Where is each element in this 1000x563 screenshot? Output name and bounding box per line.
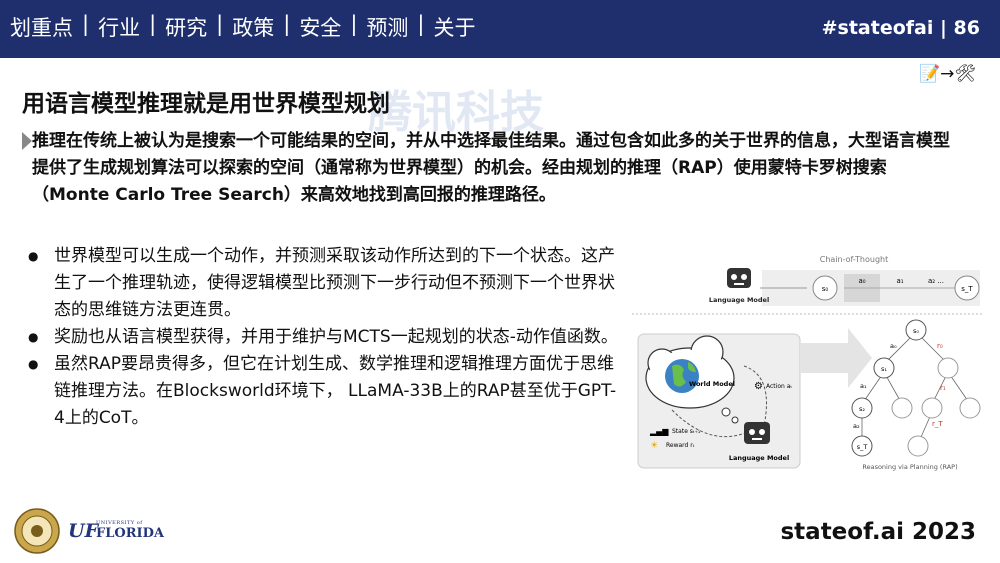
gear-icon: ⚙ <box>754 381 763 392</box>
nav-separator: | <box>283 12 291 36</box>
tree-a0-label: a₀ <box>890 342 897 350</box>
lm-label-top: Language Model <box>709 296 769 304</box>
reward-label: Reward rₜ <box>666 442 695 449</box>
tree-node <box>891 397 913 419</box>
nav-item-safety[interactable]: 安全 <box>299 12 341 42</box>
nav-item-policy[interactable]: 政策 <box>232 12 274 42</box>
tree-r0-label: r₀ <box>937 342 943 350</box>
tree-s1-label: s₁ <box>881 365 887 373</box>
tree-node <box>921 397 943 419</box>
list-item: 奖励也从语言模型获得，并用于维护与MCTS一起规划的状态-动作值函数。 <box>28 324 618 351</box>
top-nav: 划重点 | 行业 | 研究 | 政策 | 安全 | 预测 | 关于 <box>10 12 475 42</box>
triangle-bullet-icon <box>22 132 32 150</box>
arrow-right-icon: → <box>940 64 955 84</box>
cot-a2-label: a₂ ... <box>928 277 944 285</box>
footer-site: stateof.ai 2023 <box>780 519 976 545</box>
tree-r1-label: r₁ <box>940 384 946 392</box>
tree-rt-label: r_T <box>932 420 943 428</box>
robot-icon <box>744 422 770 444</box>
tree-st-label: s_T <box>857 443 868 451</box>
tree-node <box>959 397 981 419</box>
big-arrow <box>800 328 872 388</box>
tree-node <box>937 357 959 379</box>
nav-item-industry[interactable]: 行业 <box>98 12 140 42</box>
uf-logo: UF UNIVERSITY of FLORIDA <box>68 520 164 542</box>
action-label: Action aₜ <box>766 383 792 390</box>
nav-separator: | <box>82 12 90 36</box>
cot-label: Chain-of-Thought <box>820 255 889 264</box>
cot-s0-label: s₀ <box>822 285 829 293</box>
world-model-label: World Model <box>689 380 735 388</box>
nav-item-about[interactable]: 关于 <box>433 12 475 42</box>
nav-separator: | <box>417 12 425 36</box>
nav-item-highlights[interactable]: 划重点 <box>10 12 73 42</box>
nav-separator: | <box>149 12 157 36</box>
list-item: 世界模型可以生成一个动作，并预测采取该动作所达到的下一个状态。这产生了一个推理轨… <box>28 243 618 324</box>
sun-icon: ☀ <box>650 441 658 451</box>
thought-bubble <box>721 407 731 417</box>
tree-s0-label: s₀ <box>913 327 919 335</box>
tree-s2-label: s₂ <box>859 405 865 413</box>
cot-a0-label: a₀ <box>858 277 865 285</box>
cot-a1-label: a₁ <box>896 277 903 285</box>
state-label: State sₜ₊₁ <box>672 428 701 435</box>
intro-block: 推理在传统上被认为是搜索一个可能结果的空间，并从中选择最佳结果。通过包含如此多的… <box>22 128 962 209</box>
nav-item-predictions[interactable]: 预测 <box>366 12 408 42</box>
memo-icon: 📝 <box>918 64 941 84</box>
uf-florida-text: FLORIDA <box>96 526 164 541</box>
nav-separator: | <box>216 12 224 36</box>
icon-group: 📝→🛠 <box>919 64 976 84</box>
intro-text: 推理在传统上被认为是搜索一个可能结果的空间，并从中选择最佳结果。通过包含如此多的… <box>32 131 950 205</box>
tree-a2-label: a₂ <box>853 422 860 430</box>
nav-item-research[interactable]: 研究 <box>165 12 207 42</box>
tree-node <box>907 435 929 457</box>
university-seal-logo <box>14 508 60 554</box>
bullet-list: 世界模型可以生成一个动作，并预测采取该动作所达到的下一个状态。这产生了一个推理轨… <box>28 243 618 432</box>
rap-caption: Reasoning via Planning (RAP) <box>862 463 957 471</box>
robot-icon <box>727 268 751 288</box>
uf-mark: UF <box>68 520 99 542</box>
tree-a1-label: a₁ <box>860 382 867 390</box>
mcts-tree <box>861 331 971 445</box>
header-bar: 划重点 | 行业 | 研究 | 政策 | 安全 | 预测 | 关于 #state… <box>0 0 1000 58</box>
lm-label-bottom: Language Model <box>729 454 789 462</box>
rap-diagram: Chain-of-Thought Language Model s₀ a₀ a₁… <box>632 255 982 471</box>
slide-title: 用语言模型推理就是用世界模型规划 <box>22 91 390 117</box>
list-item: 虽然RAP要昂贵得多，但它在计划生成、数学推理和逻辑推理方面优于思维链推理方法。… <box>28 351 618 432</box>
signal-icon: ▂▄▆ <box>649 427 669 436</box>
tools-icon: 🛠 <box>954 64 976 84</box>
nav-separator: | <box>350 12 358 36</box>
slide-tag: #stateofai | 86 <box>821 17 980 39</box>
thought-bubble <box>731 416 739 424</box>
cot-st-label: s_T <box>961 285 973 293</box>
